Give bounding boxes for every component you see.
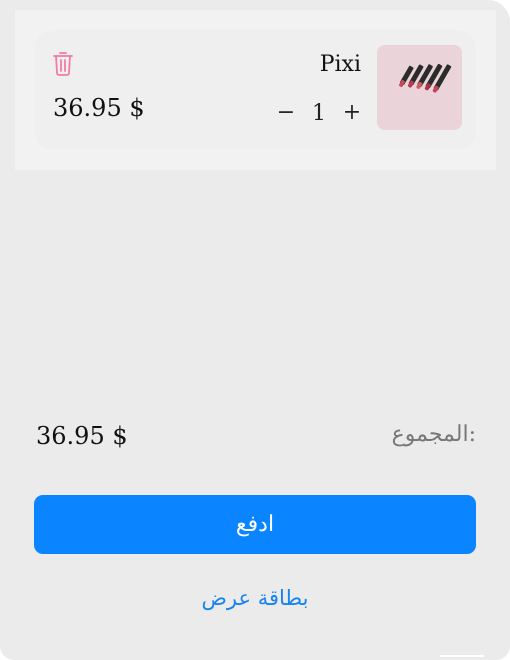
- total-label: المجموع:: [391, 422, 476, 447]
- home-indicator: [440, 655, 484, 657]
- total-row: 36.95 $ المجموع:: [36, 420, 476, 460]
- cart-item: Pixi − 1 + 36.95 $: [35, 30, 476, 150]
- product-name: Pixi: [319, 52, 361, 77]
- lipstick-image: [377, 45, 462, 130]
- pay-button[interactable]: ادفع: [34, 495, 476, 554]
- quantity-value: 1: [312, 100, 326, 126]
- trash-icon[interactable]: [52, 50, 74, 76]
- increment-button[interactable]: +: [341, 102, 363, 124]
- quantity-stepper: − 1 +: [275, 96, 363, 130]
- total-value: 36.95 $: [36, 422, 128, 450]
- item-price: 36.95 $: [53, 94, 145, 122]
- cart-items-list: Pixi − 1 + 36.95 $: [15, 10, 496, 170]
- decrement-button[interactable]: −: [275, 102, 297, 124]
- offer-card-link[interactable]: بطاقة عرض: [0, 586, 510, 610]
- product-thumbnail: [377, 45, 462, 130]
- cart-panel: Pixi − 1 + 36.95 $ 36.95 $ المجموع: ادفع…: [0, 0, 510, 660]
